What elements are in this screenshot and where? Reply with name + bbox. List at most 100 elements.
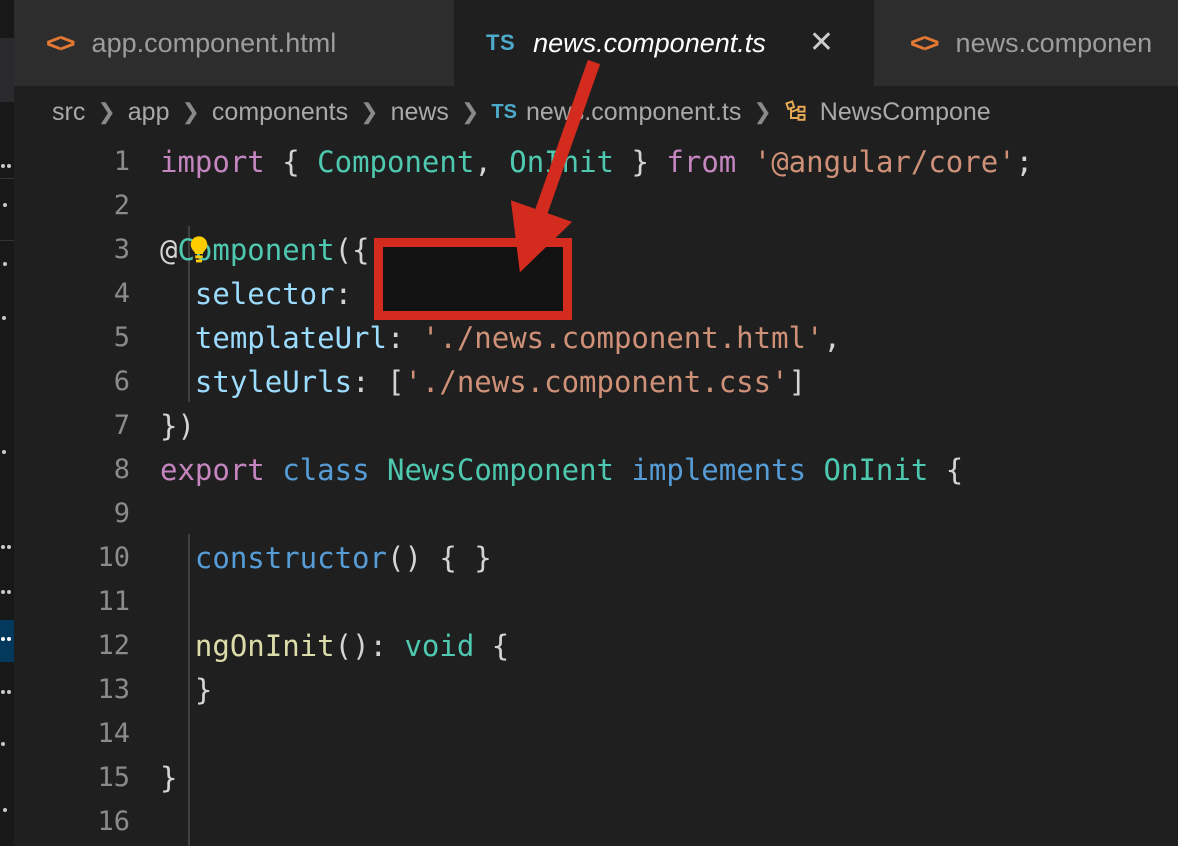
breadcrumb-item-file[interactable]: news.component.ts: [526, 98, 741, 127]
code-token: ,: [474, 145, 492, 179]
strip-dot: [7, 690, 11, 694]
code-token: ():: [334, 629, 405, 663]
typescript-file-icon: TS: [491, 100, 517, 123]
tab-label: app.component.html: [91, 27, 337, 58]
code-token: :: [386, 321, 422, 355]
code-token: class: [282, 453, 370, 487]
strip-selected-row[interactable]: [0, 620, 14, 662]
code-content[interactable]: import { Component, OnInit } from '@angu…: [160, 138, 1178, 846]
strip-dot: [1, 545, 5, 549]
code-token: ,: [823, 321, 841, 355]
line-number-gutter: 1 2 3 4 5 6 7 8 9 10 11 12 13 14 15 16: [14, 138, 146, 846]
line-number: 14: [97, 718, 130, 749]
strip-dot: [7, 164, 11, 168]
explorer-edge-strip[interactable]: [0, 0, 14, 846]
line-number: 16: [97, 806, 130, 837]
code-line[interactable]: }): [160, 404, 195, 448]
code-line[interactable]: }: [160, 756, 177, 800]
strip-band: [0, 38, 14, 102]
tab-news-component-ts[interactable]: TS news.component.ts ✕: [454, 0, 874, 86]
code-line[interactable]: constructor() { }: [160, 536, 492, 580]
strip-divider: [0, 178, 14, 179]
breadcrumb-item-news[interactable]: news: [391, 98, 449, 127]
chevron-right-icon: ❯: [460, 99, 480, 124]
line-number: 9: [113, 498, 130, 529]
code-line[interactable]: styleUrls: ['./news.component.css']: [160, 360, 806, 404]
code-token: ]: [788, 365, 807, 399]
strip-dot: [2, 316, 6, 320]
strip-dot: [3, 262, 7, 266]
vscode-window: <> app.component.html TS news.component.…: [0, 0, 1178, 846]
code-line[interactable]: export class NewsComponent implements On…: [160, 448, 963, 492]
code-token: './news.component.html': [421, 321, 824, 355]
code-token: implements: [631, 453, 807, 487]
code-token: selector: [194, 277, 335, 311]
breadcrumb-item-class[interactable]: NewsCompone: [820, 98, 991, 127]
code-token: {: [945, 453, 964, 487]
line-number: 8: [113, 454, 130, 485]
strip-dot: [1, 590, 5, 594]
code-line[interactable]: }: [160, 668, 212, 712]
code-token: }: [160, 673, 213, 707]
line-number: 12: [97, 630, 130, 661]
code-token: :: [334, 277, 370, 311]
code-line[interactable]: templateUrl: './news.component.html',: [160, 316, 841, 360]
code-token: '@angular/core': [753, 145, 1016, 179]
code-token: }): [160, 409, 195, 443]
code-token: export: [160, 453, 265, 487]
tab-app-component-html[interactable]: <> app.component.html: [14, 0, 454, 86]
code-line[interactable]: ngOnInit(): void {: [160, 624, 509, 668]
code-token: templateUrl: [194, 321, 387, 355]
code-editor[interactable]: 1 2 3 4 5 6 7 8 9 10 11 12 13 14 15 16 import { Compone…: [14, 138, 1178, 846]
code-token: ngOnInit: [194, 629, 335, 663]
html-file-icon: <>: [46, 27, 76, 58]
tab-news-component-html[interactable]: <> news.componen: [874, 0, 1178, 86]
class-symbol-icon: [784, 100, 810, 124]
code-token: ({: [334, 233, 370, 267]
chevron-right-icon: ❯: [360, 99, 379, 124]
strip-dot: [1, 690, 5, 694]
code-token: void: [404, 629, 475, 663]
strip-dot: [1, 742, 5, 746]
code-token: :: [352, 365, 387, 399]
lightbulb-icon[interactable]: [184, 234, 214, 271]
chevron-right-icon: ❯: [181, 99, 200, 124]
code-line[interactable]: import { Component, OnInit } from '@angu…: [160, 140, 1033, 184]
line-number: 6: [113, 366, 130, 397]
close-icon[interactable]: ✕: [809, 28, 834, 58]
line-number: 4: [113, 278, 130, 309]
breadcrumb-item-src[interactable]: src: [52, 98, 85, 127]
code-token: {: [282, 145, 300, 179]
breadcrumb-item-app[interactable]: app: [128, 98, 170, 127]
strip-dot: [3, 808, 7, 812]
code-token: constructor: [194, 541, 387, 575]
breadcrumb: src ❯ app ❯ components ❯ news ❯ TS news.…: [14, 86, 1178, 138]
breadcrumb-item-components[interactable]: components: [212, 98, 348, 127]
code-token: OnInit: [509, 145, 615, 179]
code-token: ;: [1015, 145, 1034, 179]
chevron-right-icon: ❯: [97, 99, 116, 124]
line-number: 11: [97, 586, 130, 617]
line-number: 7: [113, 410, 130, 441]
code-token: }: [160, 761, 178, 795]
code-token: './news.component.css': [404, 365, 789, 399]
typescript-file-icon: TS: [486, 30, 516, 55]
line-number: 15: [97, 762, 130, 793]
html-file-icon: <>: [910, 27, 940, 58]
code-token: NewsComponent: [387, 453, 614, 487]
strip-dot: [2, 450, 6, 454]
code-token: import: [160, 145, 265, 179]
